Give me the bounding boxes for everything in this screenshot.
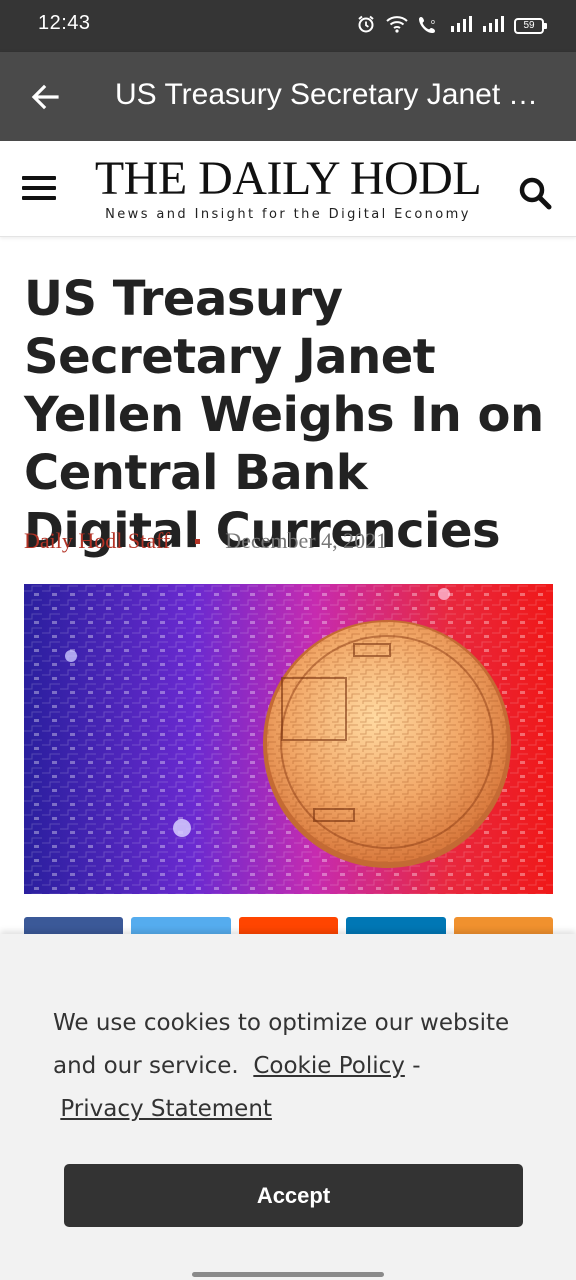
status-icons: o 59 [356, 14, 547, 38]
accept-cookies-button[interactable]: Accept [64, 1164, 523, 1227]
logo-title: THE DAILY HODL [94, 152, 482, 205]
home-indicator[interactable] [192, 1272, 384, 1277]
search-icon [519, 177, 552, 210]
link-separator: - [412, 1053, 421, 1079]
signal-icon [482, 16, 504, 36]
cookie-message: We use cookies to optimize our website a… [53, 1002, 523, 1131]
byline-separator [195, 538, 201, 544]
logo-tagline: News and Insight for the Digital Economy [105, 207, 471, 222]
back-button[interactable] [22, 74, 68, 120]
wifi-icon [386, 15, 408, 37]
publish-date: December 4, 2021 [225, 528, 388, 553]
app-bar: US Treasury Secretary Janet Yellen Weigh… [0, 52, 576, 141]
status-time: 12:43 [38, 12, 91, 34]
cookie-policy-link[interactable]: Cookie Policy [253, 1053, 405, 1079]
site-header: THE DAILY HODL News and Insight for the … [0, 141, 576, 237]
battery-icon: 59 [514, 18, 547, 34]
author-link[interactable]: Daily Hodl Staff [24, 528, 170, 554]
volte-call-icon: o [418, 15, 440, 37]
privacy-statement-link[interactable]: Privacy Statement [60, 1096, 272, 1122]
article-headline: US Treasury Secretary Janet Yellen Weigh… [24, 271, 544, 559]
hero-image [24, 584, 553, 894]
arrow-left-icon [31, 84, 59, 110]
article-byline: Daily Hodl Staff December 4, 2021 [24, 528, 554, 554]
app-bar-title: US Treasury Secretary Janet Yellen Weigh… [115, 78, 555, 111]
search-button[interactable] [516, 173, 556, 213]
hamburger-menu-icon[interactable] [22, 174, 56, 202]
status-bar: 12:43 o 59 [0, 0, 576, 52]
signal-icon [450, 16, 472, 36]
alarm-icon [356, 14, 376, 38]
svg-text:o: o [431, 19, 435, 26]
cookie-banner: We use cookies to optimize our website a… [0, 934, 576, 1280]
site-logo[interactable]: THE DAILY HODL News and Insight for the … [86, 152, 490, 223]
